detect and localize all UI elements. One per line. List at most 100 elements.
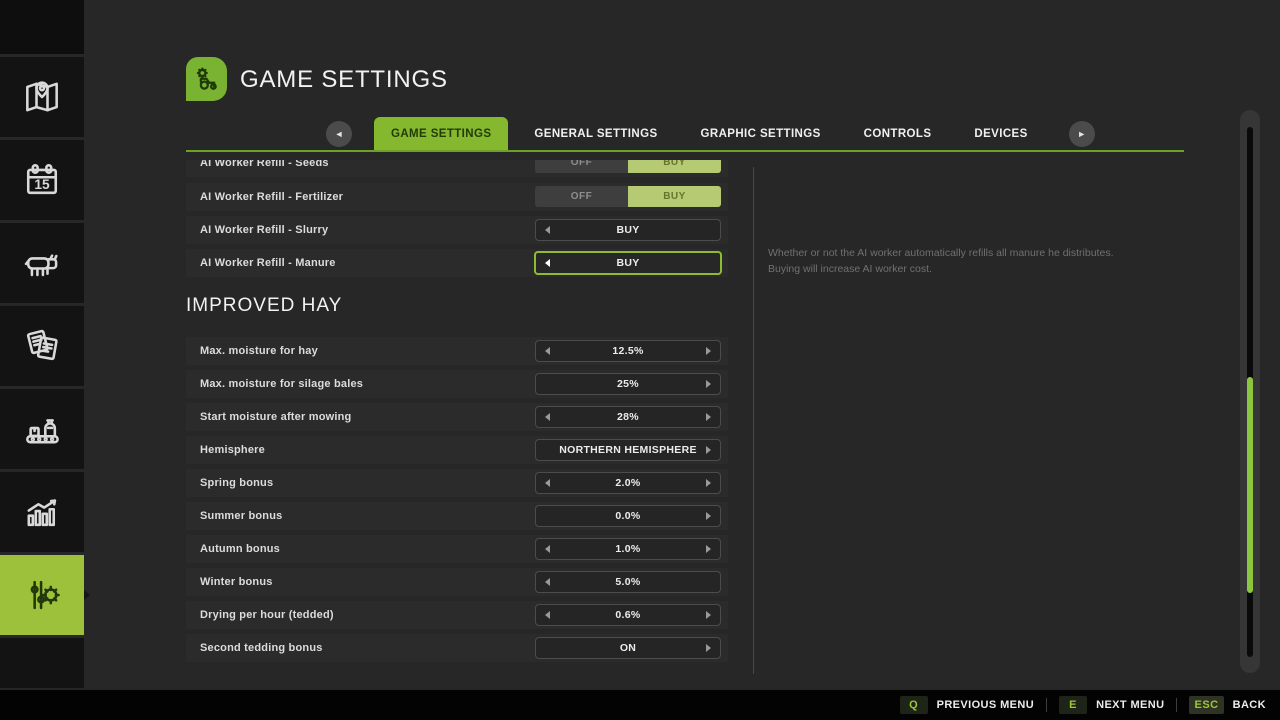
value-selector[interactable]: 2.0% xyxy=(535,472,721,494)
toggle-option-buy[interactable]: BUY xyxy=(628,160,721,173)
toggle-option-off[interactable]: OFF xyxy=(535,160,628,173)
hint-next-menu: E NEXT MENU xyxy=(1059,696,1164,714)
setting-row-ai-slurry: AI Worker Refill - Slurry BUY xyxy=(186,216,728,244)
hint-label: PREVIOUS MENU xyxy=(936,699,1035,711)
tab-game-settings[interactable]: GAME SETTINGS xyxy=(374,117,509,151)
setting-label: AI Worker Refill - Fertilizer xyxy=(200,191,344,203)
off-buy-toggle[interactable]: OFF BUY xyxy=(535,186,721,207)
hint-label: NEXT MENU xyxy=(1096,699,1165,711)
setting-value: 28% xyxy=(617,411,639,423)
sidebar-item-contracts[interactable] xyxy=(0,306,84,386)
increase-arrow-icon[interactable] xyxy=(706,380,711,388)
toggle-option-buy[interactable]: BUY xyxy=(628,186,721,207)
increase-arrow-icon[interactable] xyxy=(706,512,711,520)
value-selector[interactable]: 25% xyxy=(535,373,721,395)
setting-label: Hemisphere xyxy=(200,444,265,456)
setting-label: Autumn bonus xyxy=(200,543,280,555)
setting-value: 0.0% xyxy=(615,510,641,522)
setting-value: NORTHERN HEMISPHERE xyxy=(559,444,697,456)
value-selector[interactable]: 0.0% xyxy=(535,505,721,527)
map-icon xyxy=(26,81,58,112)
cow-icon xyxy=(24,254,58,277)
setting-label: Second tedding bonus xyxy=(200,642,323,654)
value-selector[interactable]: 12.5% xyxy=(535,340,721,362)
setting-row-drying-per-hour: Drying per hour (tedded) 0.6% xyxy=(186,601,728,629)
clipped-row-wrapper: AI Worker Refill - Seeds OFF BUY xyxy=(186,160,728,177)
tab-general-settings[interactable]: GENERAL SETTINGS xyxy=(517,117,674,151)
hint-divider xyxy=(1046,698,1048,712)
gear-tractor-icon xyxy=(196,67,217,90)
decrease-arrow-icon[interactable] xyxy=(545,347,550,355)
tab-graphic-settings[interactable]: GRAPHIC SETTINGS xyxy=(684,117,838,151)
sidebar-item-production[interactable] xyxy=(0,389,84,469)
tab-bar: ◄ GAME SETTINGS GENERAL SETTINGS GRAPHIC… xyxy=(326,117,1095,151)
decrease-arrow-icon[interactable] xyxy=(545,611,550,619)
setting-row-autumn-bonus: Autumn bonus 1.0% xyxy=(186,535,728,563)
setting-row-spring-bonus: Spring bonus 2.0% xyxy=(186,469,728,497)
increase-arrow-icon[interactable] xyxy=(706,446,711,454)
improved-hay-list: Max. moisture for hay 12.5% Max. moistur… xyxy=(186,337,728,662)
value-selector[interactable]: 28% xyxy=(535,406,721,428)
value-selector[interactable]: 0.6% xyxy=(535,604,721,626)
setting-label: Max. moisture for silage bales xyxy=(200,378,364,390)
value-selector-focused[interactable]: BUY xyxy=(534,251,722,275)
off-buy-toggle[interactable]: OFF BUY xyxy=(535,160,721,173)
increase-arrow-icon[interactable] xyxy=(706,611,711,619)
increase-arrow-icon[interactable] xyxy=(706,413,711,421)
setting-label: Drying per hour (tedded) xyxy=(200,609,334,621)
increase-arrow-icon[interactable] xyxy=(706,644,711,652)
hint-divider xyxy=(1176,698,1178,712)
key-esc-badge: ESC xyxy=(1189,696,1224,714)
setting-row-ai-fertilizer: AI Worker Refill - Fertilizer OFF BUY xyxy=(186,183,728,211)
tab-devices[interactable]: DEVICES xyxy=(957,117,1044,151)
decrease-arrow-icon[interactable] xyxy=(545,413,550,421)
increase-arrow-icon[interactable] xyxy=(706,479,711,487)
value-selector[interactable]: 5.0% xyxy=(535,571,721,593)
sidebar-item-map[interactable] xyxy=(0,57,84,137)
decrease-arrow-icon[interactable] xyxy=(545,578,550,586)
scrollbar-thumb[interactable] xyxy=(1247,377,1253,593)
key-q-badge: Q xyxy=(899,696,928,714)
decrease-arrow-icon[interactable] xyxy=(545,545,550,553)
sidebar-item-settings[interactable] xyxy=(0,555,90,635)
setting-row-max-moisture-hay: Max. moisture for hay 12.5% xyxy=(186,337,728,365)
sidebar-bottom-block xyxy=(0,638,84,688)
setting-row-start-moisture: Start moisture after mowing 28% xyxy=(186,403,728,431)
section-title: IMPROVED HAY xyxy=(186,295,343,316)
setting-value: 2.0% xyxy=(615,477,641,489)
sidebar-item-statistics[interactable] xyxy=(0,472,84,552)
setting-value: ON xyxy=(619,642,637,654)
footer-bar: Q PREVIOUS MENU E NEXT MENU ESC BACK xyxy=(0,690,1280,720)
setting-row-ai-seeds: AI Worker Refill - Seeds OFF BUY xyxy=(186,160,728,177)
content-divider xyxy=(753,167,754,674)
setting-row-ai-manure: AI Worker Refill - Manure BUY xyxy=(186,249,728,277)
toggle-option-off[interactable]: OFF xyxy=(535,186,628,207)
value-selector[interactable]: NORTHERN HEMISPHERE xyxy=(535,439,721,461)
tabs-previous-arrow[interactable]: ◄ xyxy=(326,121,352,147)
value-selector[interactable]: ON xyxy=(535,637,721,659)
sidebar-item-animals[interactable] xyxy=(0,223,84,303)
hint-previous-menu: Q PREVIOUS MENU xyxy=(899,696,1035,714)
setting-label: Max. moisture for hay xyxy=(200,345,318,357)
decrease-arrow-icon[interactable] xyxy=(545,479,550,487)
game-settings-app-icon xyxy=(186,57,227,101)
setting-value: 12.5% xyxy=(612,345,644,357)
setting-label: Spring bonus xyxy=(200,477,274,489)
value-selector[interactable]: BUY xyxy=(535,219,721,241)
settings-sliders-gear-icon xyxy=(30,580,60,610)
value-selector[interactable]: 1.0% xyxy=(535,538,721,560)
increase-arrow-icon[interactable] xyxy=(706,545,711,553)
contracts-icon xyxy=(26,329,58,361)
calendar-icon: 15 xyxy=(26,164,58,195)
setting-value: 25% xyxy=(617,378,639,390)
tab-controls[interactable]: CONTROLS xyxy=(847,117,949,151)
increase-arrow-icon[interactable] xyxy=(706,347,711,355)
setting-value: 5.0% xyxy=(615,576,641,588)
decrease-arrow-icon[interactable] xyxy=(545,226,550,234)
tabs-next-arrow[interactable]: ► xyxy=(1068,121,1095,147)
setting-value: BUY xyxy=(616,257,640,269)
setting-label: Start moisture after mowing xyxy=(200,411,352,423)
decrease-arrow-icon[interactable] xyxy=(545,259,550,267)
setting-row-second-tedding: Second tedding bonus ON xyxy=(186,634,728,662)
sidebar-item-calendar[interactable]: 15 xyxy=(0,140,84,220)
